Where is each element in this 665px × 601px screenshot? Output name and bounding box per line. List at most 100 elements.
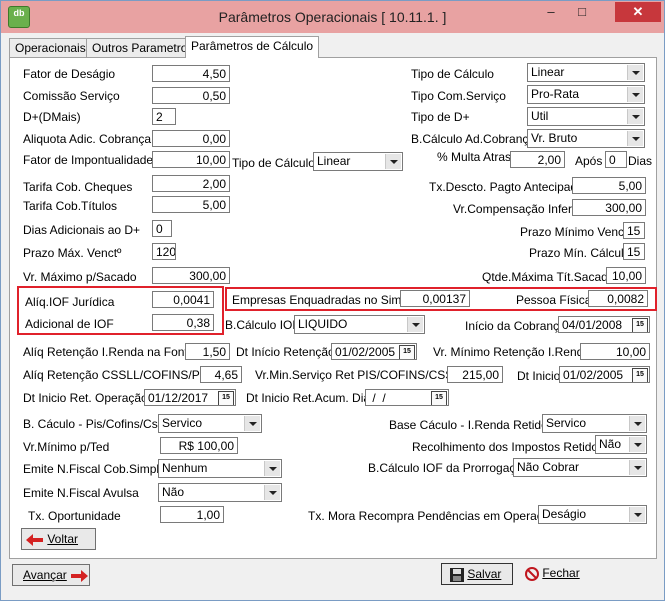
d-dmais-input[interactable]: 2	[152, 108, 176, 125]
dias-adicionais-label: Dias Adicionais ao D+	[23, 223, 141, 237]
maximize-icon[interactable]: □	[567, 2, 597, 22]
close-icon[interactable]: ✕	[615, 2, 661, 22]
dias-adicionais-input[interactable]: 0	[152, 220, 172, 237]
vr-minimo-retencao-label: Vr. Mínimo Retenção I.Renda	[433, 345, 590, 359]
tx-mora-select[interactable]: Deságio	[538, 505, 647, 524]
b-calculo-ad-cobranca-select[interactable]: Vr. Bruto	[527, 129, 645, 148]
aliq-ret-ir-label: Alíq Retenção I.Renda na Fonte	[23, 345, 195, 359]
prazo-min-calculo-input[interactable]: 15	[623, 243, 645, 260]
tx-oportunidade-input[interactable]: 1,00	[160, 506, 224, 523]
dropdown-arrow-icon[interactable]	[629, 416, 645, 431]
tarifa-cheques-input[interactable]: 2,00	[152, 175, 230, 192]
fechar-button[interactable]: Fechar	[517, 563, 587, 585]
tipo-d-mais-label: Tipo de D+	[411, 110, 470, 124]
aliq-ret-ir-input[interactable]: 1,50	[185, 343, 230, 360]
dropdown-arrow-icon[interactable]	[627, 109, 643, 124]
adicional-iof-input[interactable]: 0,38	[152, 314, 214, 331]
dropdown-arrow-icon[interactable]	[385, 154, 401, 169]
fator-desagio-input[interactable]: 4,50	[152, 65, 230, 82]
dt-inicio-ret-oper-value: 01/12/2017	[148, 391, 209, 405]
tab-parametros-calculo[interactable]: Parâmetros de Cálculo	[185, 36, 320, 58]
voltar-button[interactable]: Voltar	[21, 528, 96, 550]
dt-inicio-ret-acum-input[interactable]: / / 15	[365, 389, 449, 406]
dropdown-arrow-icon[interactable]	[407, 317, 423, 332]
emite-nf-avulsa-select[interactable]: Não	[158, 483, 282, 502]
multa-atraso-input[interactable]: 2,00	[510, 151, 565, 168]
b-calculo-prorrogacao-select[interactable]: Não Cobrar	[513, 458, 647, 477]
dropdown-arrow-icon[interactable]	[264, 485, 280, 500]
b-calculo-iof-label: B.Cálculo IOF	[225, 318, 300, 332]
pessoa-fisica-input[interactable]: 0,0082	[588, 290, 648, 307]
aliquota-adic-label: Aliquota Adic. Cobrança	[23, 132, 152, 146]
aliq-ret-csll-label: Alíq Retenção CSSLL/COFINS/PIS	[23, 368, 212, 382]
tab-operacionais[interactable]: Operacionais	[9, 38, 92, 57]
base-calculo-ir-select[interactable]: Servico	[542, 414, 647, 433]
b-calculo-pis-value: Servico	[162, 416, 203, 430]
prazo-min-venct-input[interactable]: 15	[623, 222, 645, 239]
b-calculo-pis-select[interactable]: Servico	[158, 414, 262, 433]
tipo-com-servico-select[interactable]: Pro-Rata	[527, 85, 645, 104]
tx-descto-label: Tx.Descto. Pagto Antecipado	[429, 180, 584, 194]
calendar-icon[interactable]: 15	[431, 391, 447, 405]
dt-inicio-2-input[interactable]: 01/02/2005 15	[559, 366, 650, 383]
tipo-d-mais-select[interactable]: Util	[527, 107, 645, 126]
dt-inicio-retencao-input[interactable]: 01/02/2005 15	[331, 343, 417, 360]
empresas-simples-input[interactable]: 0,00137	[400, 290, 470, 307]
prazo-min-calculo-label: Prazo Mín. Cálculo	[529, 246, 631, 260]
aliq-iof-juridica-label: Alíq.IOF Jurídica	[25, 295, 115, 309]
avancar-button[interactable]: Avançar	[12, 564, 90, 586]
vr-max-sacado-input[interactable]: 300,00	[152, 267, 230, 284]
dropdown-arrow-icon[interactable]	[244, 416, 260, 431]
comissao-servico-input[interactable]: 0,50	[152, 87, 230, 104]
calendar-icon[interactable]: 15	[399, 345, 415, 359]
calendar-icon[interactable]: 15	[632, 368, 648, 382]
multa-atraso-label: % Multa Atraso	[437, 150, 518, 164]
apos-input[interactable]: 0	[605, 151, 627, 168]
b-calculo-prorrogacao-label: B.Cálculo IOF da Prorrogação	[368, 461, 529, 475]
recolhimento-select[interactable]: Não	[595, 435, 647, 454]
tarifa-cheques-label: Tarifa Cob. Cheques	[23, 180, 133, 194]
vr-minimo-ted-input[interactable]: R$ 100,00	[160, 437, 238, 454]
tx-descto-input[interactable]: 5,00	[572, 177, 646, 194]
aliquota-adic-input[interactable]: 0,00	[152, 130, 230, 147]
tipo-calculo-r-select[interactable]: Linear	[527, 63, 645, 82]
tipo-calculo-mid-select[interactable]: Linear	[313, 152, 403, 171]
calendar-icon[interactable]: 15	[632, 318, 648, 332]
recolhimento-label: Recolhimento dos Impostos Retidos	[412, 440, 605, 454]
dt-inicio-retencao-value: 01/02/2005	[335, 345, 396, 359]
minimize-icon[interactable]: –	[536, 2, 566, 22]
fator-impontualidade-input[interactable]: 10,00	[152, 151, 230, 168]
tipo-d-mais-value: Util	[531, 109, 549, 123]
dropdown-arrow-icon[interactable]	[627, 131, 643, 146]
vr-minimo-retencao-input[interactable]: 10,00	[580, 343, 650, 360]
comissao-servico-label: Comissão Serviço	[23, 89, 120, 103]
tab-outros-parametros[interactable]: Outros Parametros	[86, 38, 200, 57]
aliq-iof-juridica-input[interactable]: 0,0041	[152, 291, 214, 308]
dropdown-arrow-icon[interactable]	[627, 87, 643, 102]
dropdown-arrow-icon[interactable]	[627, 65, 643, 80]
vr-compensacao-input[interactable]: 300,00	[572, 199, 646, 216]
dropdown-arrow-icon[interactable]	[629, 437, 645, 452]
dropdown-arrow-icon[interactable]	[629, 507, 645, 522]
aliq-ret-csll-input[interactable]: 4,65	[200, 366, 242, 383]
pessoa-fisica-label: Pessoa Física	[516, 293, 592, 307]
dropdown-arrow-icon[interactable]	[264, 461, 280, 476]
salvar-button[interactable]: Salvar	[441, 563, 513, 585]
prazo-max-venct-input[interactable]: 120	[152, 243, 176, 260]
dt-inicio-2-label: Dt Inicio	[517, 369, 561, 383]
emite-nf-simples-label: Emite N.Fiscal Cob.Simples	[23, 462, 172, 476]
vr-min-servico-input[interactable]: 215,00	[447, 366, 503, 383]
b-calculo-pis-label: B. Cáculo - Pis/Cofins/Cssl	[23, 417, 167, 431]
apos-label: Após	[575, 154, 603, 168]
inicio-cobranca-input[interactable]: 04/01/2008 15	[558, 316, 650, 333]
prazo-max-venct-label: Prazo Máx. Venctº	[23, 246, 122, 260]
emite-nf-simples-select[interactable]: Nenhum	[158, 459, 282, 478]
b-calculo-iof-select[interactable]: LIQUIDO	[294, 315, 425, 334]
dropdown-arrow-icon[interactable]	[629, 460, 645, 475]
dt-inicio-ret-oper-input[interactable]: 01/12/2017 15	[144, 389, 236, 406]
qtde-max-tit-input[interactable]: 10,00	[606, 267, 646, 284]
vr-max-sacado-label: Vr. Máximo p/Sacado	[23, 270, 137, 284]
calendar-icon[interactable]: 15	[218, 391, 234, 405]
tipo-calculo-r-value: Linear	[531, 65, 565, 79]
tarifa-titulos-input[interactable]: 5,00	[152, 196, 230, 213]
